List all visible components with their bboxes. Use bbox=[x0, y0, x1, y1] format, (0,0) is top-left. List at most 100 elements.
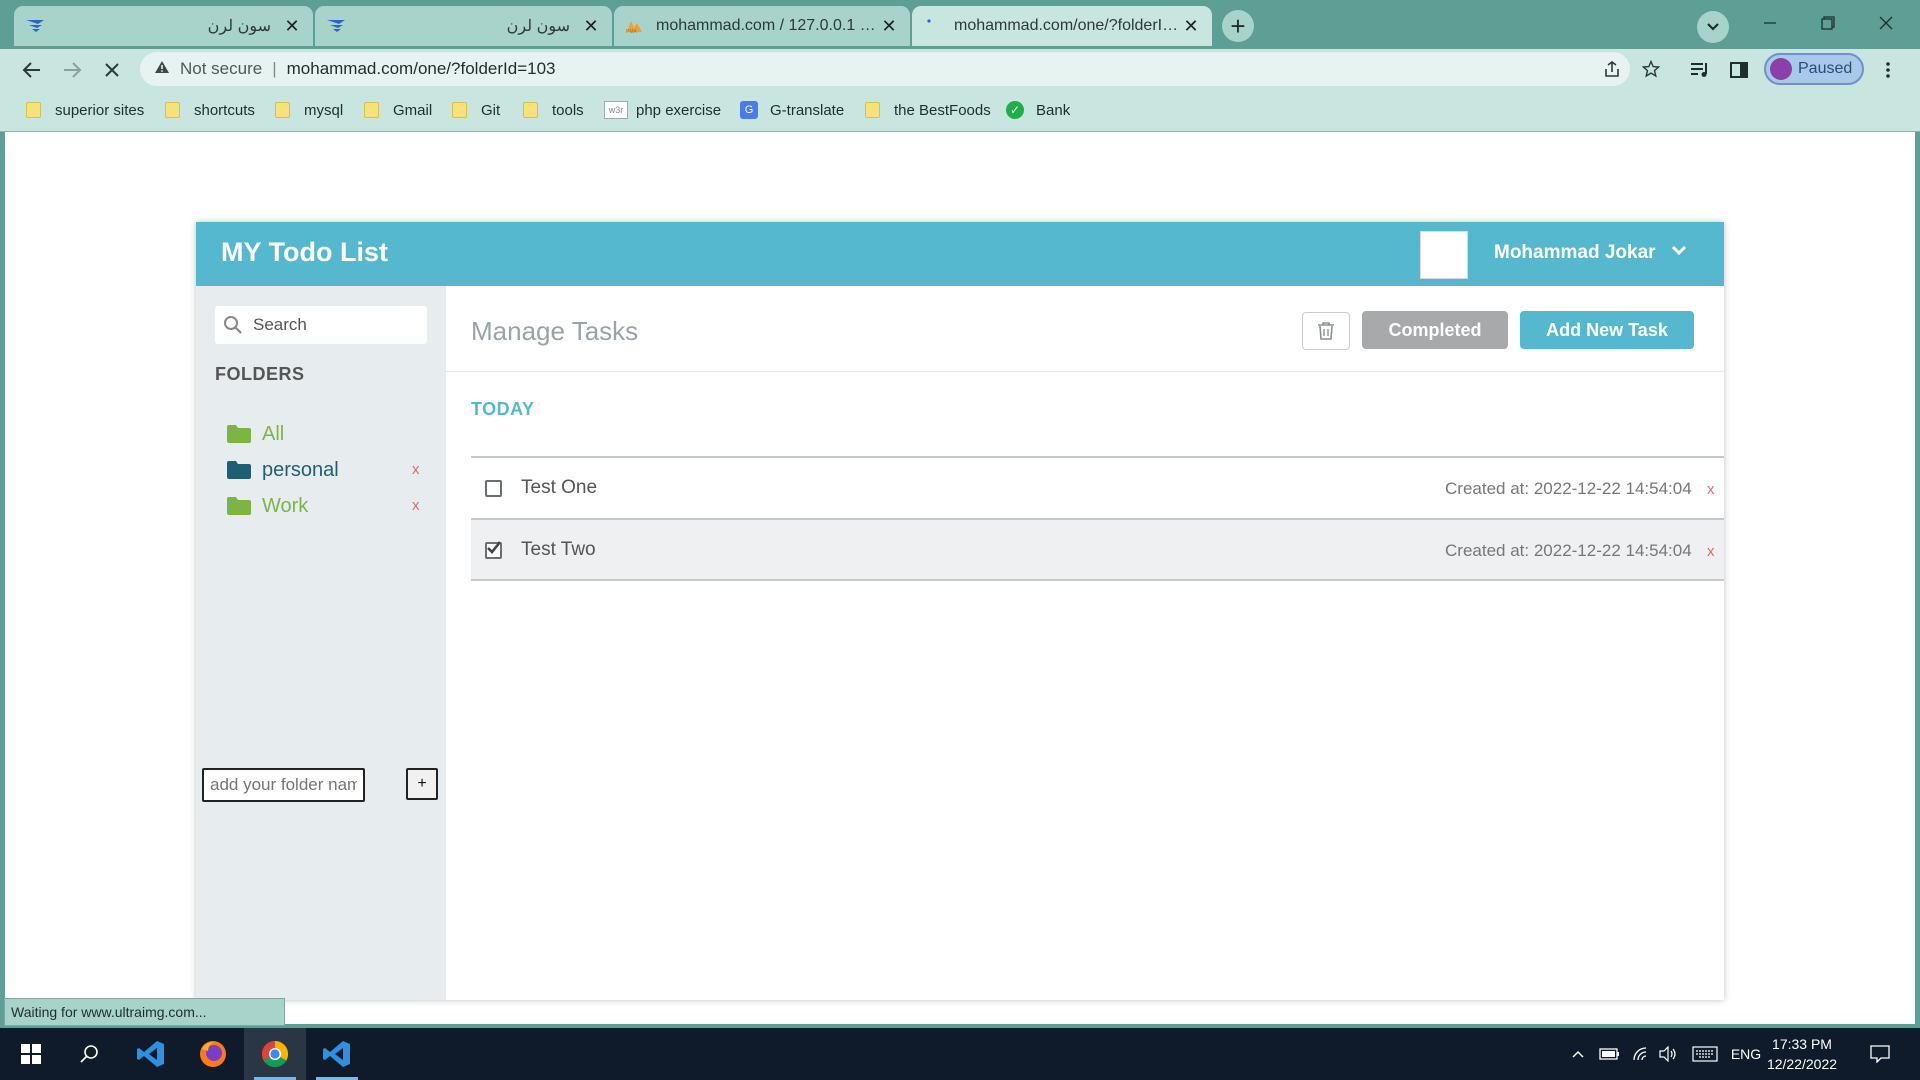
delete-folder-button[interactable]: x bbox=[412, 497, 420, 514]
bookmark-shortcuts[interactable]: shortcuts bbox=[165, 98, 255, 122]
arrow-right-icon bbox=[64, 62, 82, 78]
browser-tab[interactable]: PMA mohammad.com / 127.0.0.1 / db ✕ bbox=[614, 6, 910, 46]
taskbar-vscode-2[interactable] bbox=[306, 1028, 368, 1080]
completed-button[interactable]: Completed bbox=[1362, 311, 1508, 349]
sidebar-item-personal[interactable]: personal x bbox=[196, 452, 446, 488]
notification-icon[interactable] bbox=[1865, 1028, 1895, 1080]
bookmark-g-translate[interactable]: G G-translate bbox=[740, 98, 844, 122]
loading-icon bbox=[922, 17, 944, 35]
add-folder-button[interactable]: + bbox=[406, 768, 438, 800]
battery-icon[interactable] bbox=[1598, 1028, 1622, 1080]
taskbar-chrome[interactable] bbox=[244, 1028, 306, 1080]
new-folder-input[interactable] bbox=[202, 768, 365, 802]
volume-icon[interactable] bbox=[1656, 1028, 1680, 1080]
task-checkbox[interactable] bbox=[485, 480, 502, 497]
taskbar-search-button[interactable] bbox=[58, 1028, 120, 1080]
arrow-left-icon bbox=[22, 62, 40, 78]
folder-icon bbox=[165, 102, 180, 118]
chevron-up-icon[interactable] bbox=[1568, 1028, 1588, 1080]
chevron-down-icon[interactable] bbox=[1667, 238, 1691, 262]
avatar bbox=[1770, 58, 1792, 80]
task-created-at: Created at: 2022-12-22 14:54:04 bbox=[1445, 541, 1692, 560]
bookmark-label: Git bbox=[481, 101, 501, 119]
taskbar-firefox[interactable] bbox=[182, 1028, 244, 1080]
bookmark-git[interactable]: Git bbox=[452, 98, 500, 122]
side-panel-icon[interactable] bbox=[1724, 55, 1754, 85]
language-indicator[interactable]: ENG bbox=[1726, 1028, 1766, 1080]
back-button[interactable] bbox=[17, 55, 47, 85]
stop-loading-button[interactable] bbox=[97, 55, 127, 85]
swallow-logo-icon bbox=[24, 17, 46, 35]
folder-name: personal bbox=[262, 459, 339, 481]
bookmark-label: mysql bbox=[304, 101, 344, 119]
close-tab-icon[interactable]: ✕ bbox=[580, 16, 602, 37]
close-tab-icon[interactable]: ✕ bbox=[878, 16, 900, 37]
taskbar-vscode[interactable] bbox=[120, 1028, 182, 1080]
share-icon[interactable] bbox=[1597, 52, 1627, 86]
search-input[interactable]: Search bbox=[215, 306, 427, 344]
delete-button[interactable] bbox=[1302, 312, 1350, 350]
folder-icon bbox=[364, 102, 379, 118]
sidebar-item-work[interactable]: Work x bbox=[196, 488, 446, 524]
add-new-task-button[interactable]: Add New Task bbox=[1520, 311, 1694, 349]
start-button[interactable] bbox=[0, 1028, 62, 1080]
close-tab-icon[interactable]: ✕ bbox=[1180, 16, 1202, 37]
bookmark-mysql[interactable]: mysql bbox=[275, 98, 343, 122]
forward-button[interactable] bbox=[57, 55, 87, 85]
bookmark-bank[interactable]: ✓ Bank bbox=[1006, 98, 1070, 122]
folder-icon bbox=[275, 102, 290, 118]
profile-label: Paused bbox=[1798, 60, 1853, 77]
close-icon bbox=[105, 63, 119, 77]
media-queue-icon[interactable] bbox=[1685, 55, 1715, 85]
bookmark-gmail[interactable]: Gmail bbox=[364, 98, 432, 122]
folder-icon bbox=[523, 102, 538, 118]
more-menu-icon[interactable] bbox=[1873, 55, 1903, 85]
browser-tab[interactable]: سون لرن ✕ bbox=[315, 6, 612, 46]
swallow-logo-icon bbox=[325, 17, 347, 35]
task-checkbox-checked[interactable] bbox=[485, 541, 502, 559]
browser-tab-active[interactable]: mohammad.com/one/?folderId= ✕ bbox=[912, 6, 1212, 46]
clock[interactable]: 17:33 PM 12/22/2022 bbox=[1762, 1034, 1842, 1074]
folder-icon bbox=[865, 102, 880, 118]
browser-tab[interactable]: سون لرن ✕ bbox=[14, 6, 313, 46]
checkmark-icon bbox=[487, 541, 502, 554]
windows-icon bbox=[21, 1044, 41, 1064]
bookmark-the-bestfoods[interactable]: the BestFoods bbox=[865, 98, 991, 122]
close-window-button[interactable] bbox=[1866, 8, 1906, 38]
url-text[interactable]: mohammad.com/one/?folderId=103 bbox=[287, 59, 556, 79]
delete-task-button[interactable]: x bbox=[1707, 481, 1715, 498]
sidebar-item-all[interactable]: All bbox=[196, 416, 446, 452]
new-tab-button[interactable]: + bbox=[1222, 10, 1254, 42]
restore-button[interactable] bbox=[1808, 8, 1848, 38]
wifi-icon[interactable] bbox=[1630, 1028, 1654, 1080]
todo-app: MY Todo List Mohammad Jokar Search FOLDE… bbox=[196, 222, 1724, 1000]
main-content: Manage Tasks Completed Add New Task TODA… bbox=[446, 286, 1724, 1000]
bookmark-superior-sites[interactable]: superior sites bbox=[26, 98, 144, 122]
user-name[interactable]: Mohammad Jokar bbox=[1494, 242, 1656, 264]
keyboard-icon[interactable] bbox=[1690, 1028, 1720, 1080]
tab-title: سون لرن bbox=[207, 18, 271, 35]
app-title: MY Todo List bbox=[221, 237, 388, 267]
delete-task-button[interactable]: x bbox=[1707, 543, 1715, 560]
table-row: Test Two Created at: 2022-12-22 14:54:04… bbox=[471, 518, 1724, 581]
minimize-button[interactable] bbox=[1750, 8, 1790, 38]
tab-title: mohammad.com / 127.0.0.1 / db bbox=[656, 17, 878, 34]
delete-folder-button[interactable]: x bbox=[412, 461, 420, 478]
security-label[interactable]: Not secure bbox=[180, 59, 262, 79]
bookmark-star-icon[interactable] bbox=[1636, 52, 1666, 86]
profile-button[interactable]: Paused bbox=[1764, 53, 1864, 85]
folder-name: All bbox=[262, 423, 285, 445]
close-tab-icon[interactable]: ✕ bbox=[281, 16, 303, 37]
avatar[interactable] bbox=[1420, 231, 1468, 279]
tab-search-button[interactable] bbox=[1697, 11, 1729, 43]
trash-icon bbox=[1318, 322, 1334, 340]
task-created-at: Created at: 2022-12-22 14:54:04 bbox=[1445, 479, 1692, 498]
window-border bbox=[0, 132, 5, 1026]
bookmark-php-exercise[interactable]: w3r php exercise bbox=[604, 98, 721, 122]
section-heading: TODAY bbox=[471, 399, 535, 419]
w3schools-icon: w3r bbox=[604, 101, 628, 119]
chrome-icon bbox=[261, 1040, 289, 1068]
address-bar[interactable]: Not secure | mohammad.com/one/?folderId=… bbox=[140, 52, 1660, 86]
bookmark-tools[interactable]: tools bbox=[523, 98, 584, 122]
folder-icon bbox=[452, 102, 467, 118]
